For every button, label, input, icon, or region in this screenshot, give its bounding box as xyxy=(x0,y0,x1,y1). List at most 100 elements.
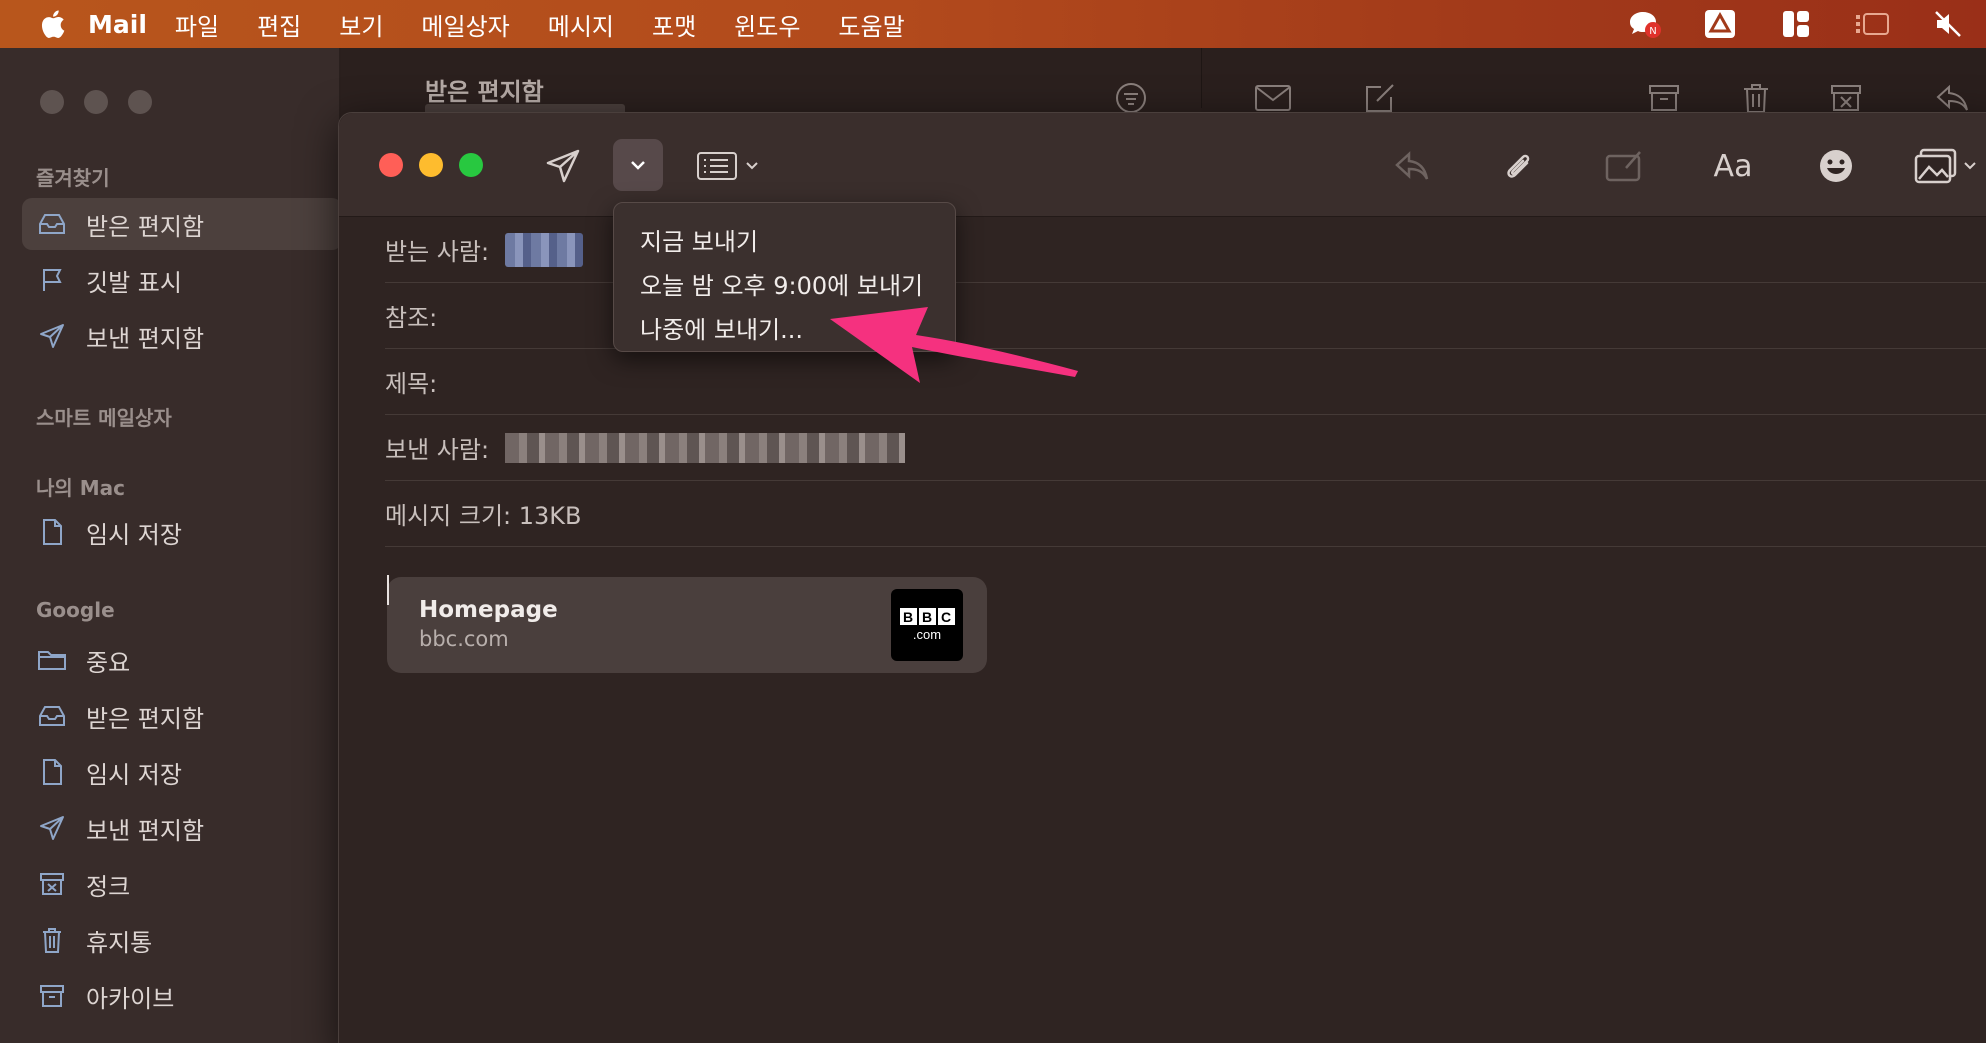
sidebar-item-label: 정크 xyxy=(86,872,131,901)
sidebar-item-label: 아카이브 xyxy=(86,984,175,1013)
draft-icon xyxy=(36,756,68,788)
zoom-dot-inactive[interactable] xyxy=(128,90,152,114)
sidebar-item-archive[interactable]: 아카이브 xyxy=(22,970,340,1022)
pane-divider xyxy=(1201,48,1202,108)
sidebar-item-sent[interactable]: 보낸 편지함 xyxy=(22,310,340,362)
junk-icon xyxy=(36,868,68,900)
chevron-down-icon xyxy=(631,161,645,170)
sidebar-item-junk[interactable]: 정크 xyxy=(22,858,340,910)
favorites-header: 즐겨찾기 xyxy=(36,166,110,190)
sidebar-item-label: 보낸 편지함 xyxy=(86,816,205,845)
flag-icon xyxy=(36,264,68,296)
sidebar-item-label: 휴지통 xyxy=(86,928,153,957)
emoji-button[interactable] xyxy=(1813,143,1859,189)
app-name-menu[interactable]: Mail xyxy=(88,10,147,39)
chevron-down-icon xyxy=(1964,162,1976,170)
sidebar-item-label: 받은 편지함 xyxy=(86,212,205,241)
sidebar-item-label: 임시 저장 xyxy=(86,760,182,789)
sender-address-redacted[interactable] xyxy=(505,432,906,463)
sidebar-item-important[interactable]: 중요 xyxy=(22,634,340,686)
markup-icon xyxy=(1605,151,1641,182)
sidebar-item-google-sent[interactable]: 보낸 편지함 xyxy=(22,802,340,854)
sidebar-item-label: 깃발 표시 xyxy=(86,268,182,297)
sidebar-item-google-drafts[interactable]: 임시 저장 xyxy=(22,746,340,798)
markup-button[interactable] xyxy=(1601,143,1647,189)
send-button[interactable] xyxy=(539,143,587,189)
format-button[interactable]: Aa xyxy=(1703,143,1763,189)
svg-text:N: N xyxy=(1649,26,1656,37)
sent-icon xyxy=(36,812,68,844)
menu-edit[interactable]: 편집 xyxy=(257,7,301,42)
sidebar-item-label: 임시 저장 xyxy=(86,520,182,549)
recipient-token-redacted[interactable] xyxy=(505,232,584,267)
menu-bar: Mail 파일 편집 보기 메일상자 메시지 포맷 윈도우 도움말 N xyxy=(0,0,1986,48)
to-label: 받는 사람: xyxy=(385,238,490,266)
close-dot-inactive[interactable] xyxy=(40,90,64,114)
reply-button[interactable] xyxy=(1389,143,1435,189)
annotation-arrow xyxy=(830,307,1078,383)
menu-mailbox[interactable]: 메일상자 xyxy=(421,7,509,42)
sent-icon xyxy=(36,320,68,352)
photo-icon xyxy=(1914,148,1957,184)
drive-icon[interactable] xyxy=(1702,8,1738,40)
sidebar-item-mac-drafts[interactable]: 임시 저장 xyxy=(22,506,340,558)
menu-item-send-now[interactable]: 지금 보내기 xyxy=(614,217,955,261)
sidebar-item-trash[interactable]: 휴지통 xyxy=(22,914,340,966)
send-options-dropdown-button[interactable] xyxy=(613,139,663,191)
folder-icon xyxy=(36,644,68,676)
bbc-logo: B B C .com xyxy=(891,589,963,661)
inbox-icon xyxy=(36,208,68,240)
subject-field[interactable]: 제목: xyxy=(385,349,1986,415)
sidebar-item-label: 보낸 편지함 xyxy=(86,324,205,353)
message-size-label: 메시지 크기: 13KB xyxy=(385,502,582,530)
link-domain: bbc.com xyxy=(419,627,509,651)
send-icon xyxy=(546,149,580,183)
header-fields-button[interactable] xyxy=(691,143,765,189)
link-title: Homepage xyxy=(419,597,558,623)
menu-window[interactable]: 윈도우 xyxy=(734,7,800,42)
on-my-mac-header[interactable]: 나의 Mac xyxy=(36,472,125,501)
messenger-notification-icon[interactable]: N xyxy=(1626,8,1662,40)
draft-icon xyxy=(36,516,68,548)
header-fields-icon xyxy=(697,152,737,180)
sidebar-item-flagged[interactable]: 깃발 표시 xyxy=(22,254,340,306)
menu-message[interactable]: 메시지 xyxy=(548,7,614,42)
smart-mailboxes-header[interactable]: 스마트 메일상자 xyxy=(36,402,172,431)
inactive-window-controls xyxy=(40,90,152,114)
minimize-dot-inactive[interactable] xyxy=(84,90,108,114)
sidebar-item-inbox[interactable]: 받은 편지함 xyxy=(22,198,342,250)
mute-icon[interactable] xyxy=(1930,8,1966,40)
reply-icon xyxy=(1395,151,1429,180)
text-cursor xyxy=(387,575,389,605)
cc-label: 참조: xyxy=(385,304,438,332)
trash-icon xyxy=(36,924,68,956)
link-preview-card[interactable]: Homepage bbc.com B B C .com xyxy=(387,577,987,673)
from-label: 보낸 사람: xyxy=(385,436,490,464)
sidebar-item-google-inbox[interactable]: 받은 편지함 xyxy=(22,690,340,742)
from-field[interactable]: 보낸 사람: xyxy=(385,415,1986,481)
minimize-window-button[interactable] xyxy=(419,153,443,177)
subject-label: 제목: xyxy=(385,370,438,398)
compose-window: Aa 받는 사람: 참조: 제목: 보낸 사람: 메시지 크기: 13KB Ho… xyxy=(338,112,1986,1043)
close-window-button[interactable] xyxy=(379,153,403,177)
photo-browser-button[interactable] xyxy=(1905,143,1985,189)
archive-icon xyxy=(36,980,68,1012)
apple-menu-icon[interactable] xyxy=(22,0,82,48)
emoji-icon xyxy=(1820,150,1852,182)
menu-help[interactable]: 도움말 xyxy=(838,7,904,42)
compose-toolbar: Aa xyxy=(339,113,1986,217)
layout-icon[interactable] xyxy=(1778,8,1814,40)
menu-view[interactable]: 보기 xyxy=(339,7,383,42)
google-header[interactable]: Google xyxy=(36,598,115,622)
message-size-row: 메시지 크기: 13KB xyxy=(385,481,1986,547)
sidebar-item-label: 중요 xyxy=(86,648,131,677)
paperclip-icon xyxy=(1507,154,1530,178)
attach-button[interactable] xyxy=(1495,143,1541,189)
sidebar: 즐겨찾기 받은 편지함 깃발 표시 보낸 편지함 스마트 메일상자 나의 Mac… xyxy=(0,48,342,1043)
stage-manager-icon[interactable] xyxy=(1854,8,1890,40)
chevron-down-icon xyxy=(746,162,758,170)
menu-format[interactable]: 포맷 xyxy=(652,7,696,42)
zoom-window-button[interactable] xyxy=(459,153,483,177)
menu-file[interactable]: 파일 xyxy=(175,7,219,42)
inbox-icon xyxy=(36,700,68,732)
